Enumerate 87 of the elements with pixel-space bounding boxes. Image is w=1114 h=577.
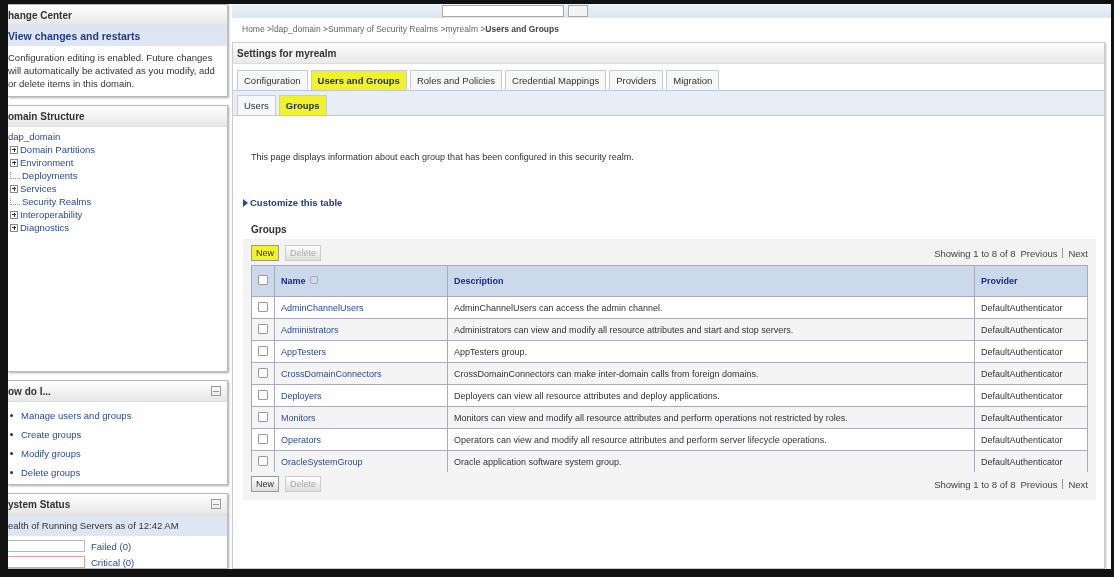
tab[interactable]: Providers — [609, 70, 664, 90]
expand-icon[interactable] — [10, 145, 18, 154]
help-link[interactable]: Delete groups — [21, 467, 81, 478]
tab[interactable]: Roles and Policies — [409, 70, 503, 90]
search-field[interactable] — [442, 5, 564, 17]
table-cell: Oracle application software system group. — [454, 456, 622, 467]
group-name-link[interactable]: AppTesters — [281, 346, 327, 357]
tab[interactable]: Users and Groups — [310, 70, 407, 90]
bullet-icon — [10, 433, 13, 436]
next-link[interactable]: Next — [1068, 478, 1088, 490]
help-link[interactable]: Modify groups — [21, 448, 81, 459]
button[interactable]: New — [251, 476, 279, 492]
tree-item[interactable]: Security Realms — [22, 196, 92, 207]
table-cell: DefaultAuthenticator — [981, 412, 1063, 423]
checkbox[interactable] — [258, 389, 268, 400]
checkbox[interactable] — [258, 345, 268, 356]
column-header[interactable]: Description — [454, 276, 504, 286]
expand-arrow-icon[interactable] — [243, 198, 248, 207]
tree-root-link[interactable]: dap_domain — [8, 131, 227, 142]
tab[interactable]: Credential Mappings — [505, 70, 607, 90]
tab[interactable]: Users — [237, 95, 276, 115]
column-header[interactable]: Provider — [981, 276, 1018, 286]
table-cell: Administrators can view and modify all resource attributes and start and stop servers. — [454, 324, 794, 335]
table-cell: DefaultAuthenticator — [981, 324, 1063, 335]
status-link[interactable]: Failed (0) — [91, 540, 132, 552]
bullet-icon — [10, 471, 13, 474]
bullet-icon — [10, 414, 13, 417]
collapse-icon[interactable] — [211, 386, 221, 396]
group-name-link[interactable]: Deployers — [281, 390, 322, 401]
health-text: ealth of Running Servers as of 12:42 AM — [8, 515, 227, 536]
tree-item[interactable]: Services — [20, 183, 57, 194]
previous-link[interactable]: Previous — [1020, 247, 1058, 259]
tree-item[interactable]: Deployments — [22, 170, 78, 181]
table-cell: DefaultAuthenticator — [981, 302, 1063, 313]
tab[interactable]: Configuration — [237, 70, 308, 90]
tab[interactable]: Groups — [278, 95, 327, 115]
paging-text: Showing 1 to 8 of 8 — [934, 478, 1016, 490]
group-name-link[interactable]: Administrators — [281, 324, 339, 335]
select-all-checkbox[interactable] — [258, 275, 268, 285]
table-cell: DefaultAuthenticator — [981, 346, 1063, 357]
table-cell: DefaultAuthenticator — [981, 390, 1063, 401]
customize-link[interactable]: Customize this table — [250, 197, 343, 208]
bullet-icon — [10, 452, 13, 455]
table-cell: Deployers can view all resource attributes and deploy applications. — [454, 390, 720, 401]
expand-icon[interactable] — [10, 158, 18, 167]
column-header[interactable]: Name — [281, 276, 306, 286]
tab[interactable]: Migration — [666, 70, 720, 90]
panel-title: ystem Status — [8, 498, 71, 510]
tree-item[interactable]: Domain Partitions — [20, 144, 95, 155]
next-link[interactable]: Next — [1068, 247, 1088, 259]
expand-icon[interactable] — [10, 184, 18, 193]
table-title: Groups — [251, 224, 288, 235]
group-name-link[interactable]: Operators — [281, 434, 322, 445]
panel-title: Settings for myrealm — [237, 47, 337, 59]
table-cell: Operators can view and modify all resource attributes and perform server lifecycle operations. — [454, 434, 827, 445]
help-link[interactable]: Create groups — [21, 429, 82, 440]
table-cell: DefaultAuthenticator — [981, 456, 1063, 467]
checkbox[interactable] — [258, 301, 268, 312]
table-cell: DefaultAuthenticator — [981, 434, 1063, 445]
table-cell: DefaultAuthenticator — [981, 368, 1063, 379]
tree-item[interactable]: Environment — [20, 157, 74, 168]
checkbox[interactable] — [258, 323, 268, 334]
tree-item[interactable]: Diagnostics — [20, 222, 70, 233]
checkbox[interactable] — [258, 411, 268, 422]
breadcrumb: Home >ldap_domain >Summary of Security Realms >myrealm >Users and Groups — [241, 23, 560, 36]
checkbox[interactable] — [258, 455, 268, 466]
previous-link[interactable]: Previous — [1020, 478, 1058, 490]
status-link[interactable]: Critical (0) — [91, 556, 135, 568]
panel-title: ow do I... — [8, 385, 51, 397]
panel-title: hange Center — [8, 9, 72, 21]
group-name-link[interactable]: Monitors — [281, 412, 316, 423]
description-text: This page displays information about each group that has been configured in this security realm. — [250, 151, 635, 162]
table-cell: CrossDomainConnectors can make inter-domain calls from foreign domains. — [454, 368, 759, 379]
table-cell: AppTesters group. — [454, 346, 528, 357]
checkbox[interactable] — [258, 433, 268, 444]
checkbox[interactable] — [258, 367, 268, 378]
panel-title: omain Structure — [8, 110, 85, 122]
table-cell: Monitors can view and modify all resource attributes and perform operations not restricted by roles. — [454, 412, 848, 423]
paging-text: Showing 1 to 8 of 8 — [934, 247, 1016, 259]
expand-icon[interactable] — [10, 210, 18, 219]
collapse-icon[interactable] — [211, 499, 221, 509]
help-link[interactable]: Manage users and groups — [21, 410, 132, 421]
tree-item[interactable]: Interoperability — [20, 209, 83, 220]
info-text: Configuration editing is enabled. Future changes will automatically be activated as you modify, add or delete items in this domain. — [8, 51, 216, 91]
button[interactable]: New — [251, 245, 279, 261]
table-cell: AdminChannelUsers can access the admin channel. — [454, 302, 663, 313]
expand-icon[interactable] — [10, 223, 18, 232]
